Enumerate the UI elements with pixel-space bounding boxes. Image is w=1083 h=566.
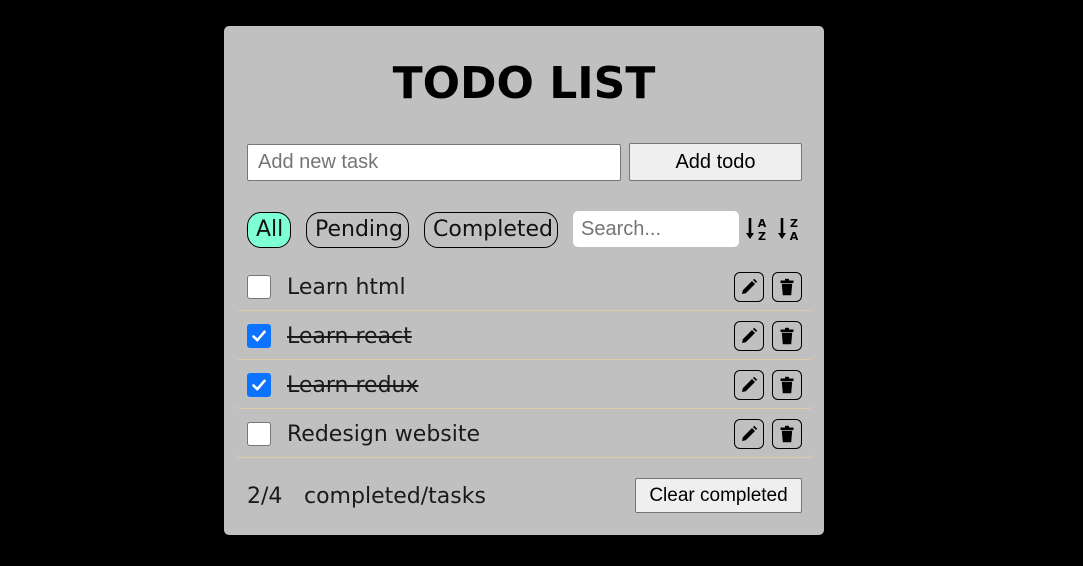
app-title: TODO LIST — [392, 58, 656, 109]
svg-text:Z: Z — [790, 217, 798, 230]
search-input[interactable] — [573, 211, 739, 247]
sort-alpha-up-icon[interactable]: Z A — [777, 215, 801, 243]
edit-button[interactable] — [734, 419, 764, 449]
edit-button[interactable] — [734, 370, 764, 400]
todo-item: Learn html — [233, 263, 816, 311]
todo-list: Learn html Learn react Learn redux Redes… — [233, 263, 816, 459]
pencil-icon — [742, 376, 758, 392]
delete-button[interactable] — [772, 419, 802, 449]
pencil-icon — [742, 278, 758, 294]
delete-button[interactable] — [772, 370, 802, 400]
sort-alpha-down-icon[interactable]: A Z — [745, 215, 769, 243]
todo-text: Learn html — [287, 275, 406, 300]
completed-count-label: completed/tasks — [304, 484, 486, 509]
todo-checkbox[interactable] — [247, 324, 271, 348]
todo-checkbox[interactable] — [247, 275, 271, 299]
checkmark-icon — [252, 379, 266, 391]
filter-completed-button[interactable]: Completed — [424, 212, 558, 248]
delete-button[interactable] — [772, 272, 802, 302]
todo-item: Learn redux — [233, 361, 816, 409]
add-todo-button[interactable]: Add todo — [629, 143, 802, 181]
svg-text:Z: Z — [758, 230, 766, 243]
todo-item: Learn react — [233, 312, 816, 360]
trash-icon — [780, 376, 794, 394]
todo-checkbox[interactable] — [247, 373, 271, 397]
pencil-icon — [742, 327, 758, 343]
checkmark-icon — [252, 330, 266, 342]
edit-button[interactable] — [734, 321, 764, 351]
delete-button[interactable] — [772, 321, 802, 351]
todo-text: Redesign website — [287, 422, 481, 447]
new-task-input[interactable] — [247, 144, 621, 181]
clear-completed-button[interactable]: Clear completed — [635, 478, 802, 513]
trash-icon — [780, 278, 794, 296]
todo-card: TODO LIST Add todo All Pending Completed… — [224, 26, 824, 535]
pencil-icon — [742, 425, 758, 441]
svg-text:A: A — [758, 217, 767, 230]
trash-icon — [780, 327, 794, 345]
todo-checkbox[interactable] — [247, 422, 271, 446]
completed-count: 2/4 — [247, 484, 283, 509]
todo-text: Learn redux — [287, 373, 419, 398]
todo-item: Redesign website — [233, 410, 816, 458]
todo-text: Learn react — [287, 324, 412, 349]
edit-button[interactable] — [734, 272, 764, 302]
filter-pending-button[interactable]: Pending — [306, 212, 409, 248]
filter-all-button[interactable]: All — [247, 212, 291, 248]
svg-text:A: A — [790, 230, 799, 243]
trash-icon — [780, 425, 794, 443]
